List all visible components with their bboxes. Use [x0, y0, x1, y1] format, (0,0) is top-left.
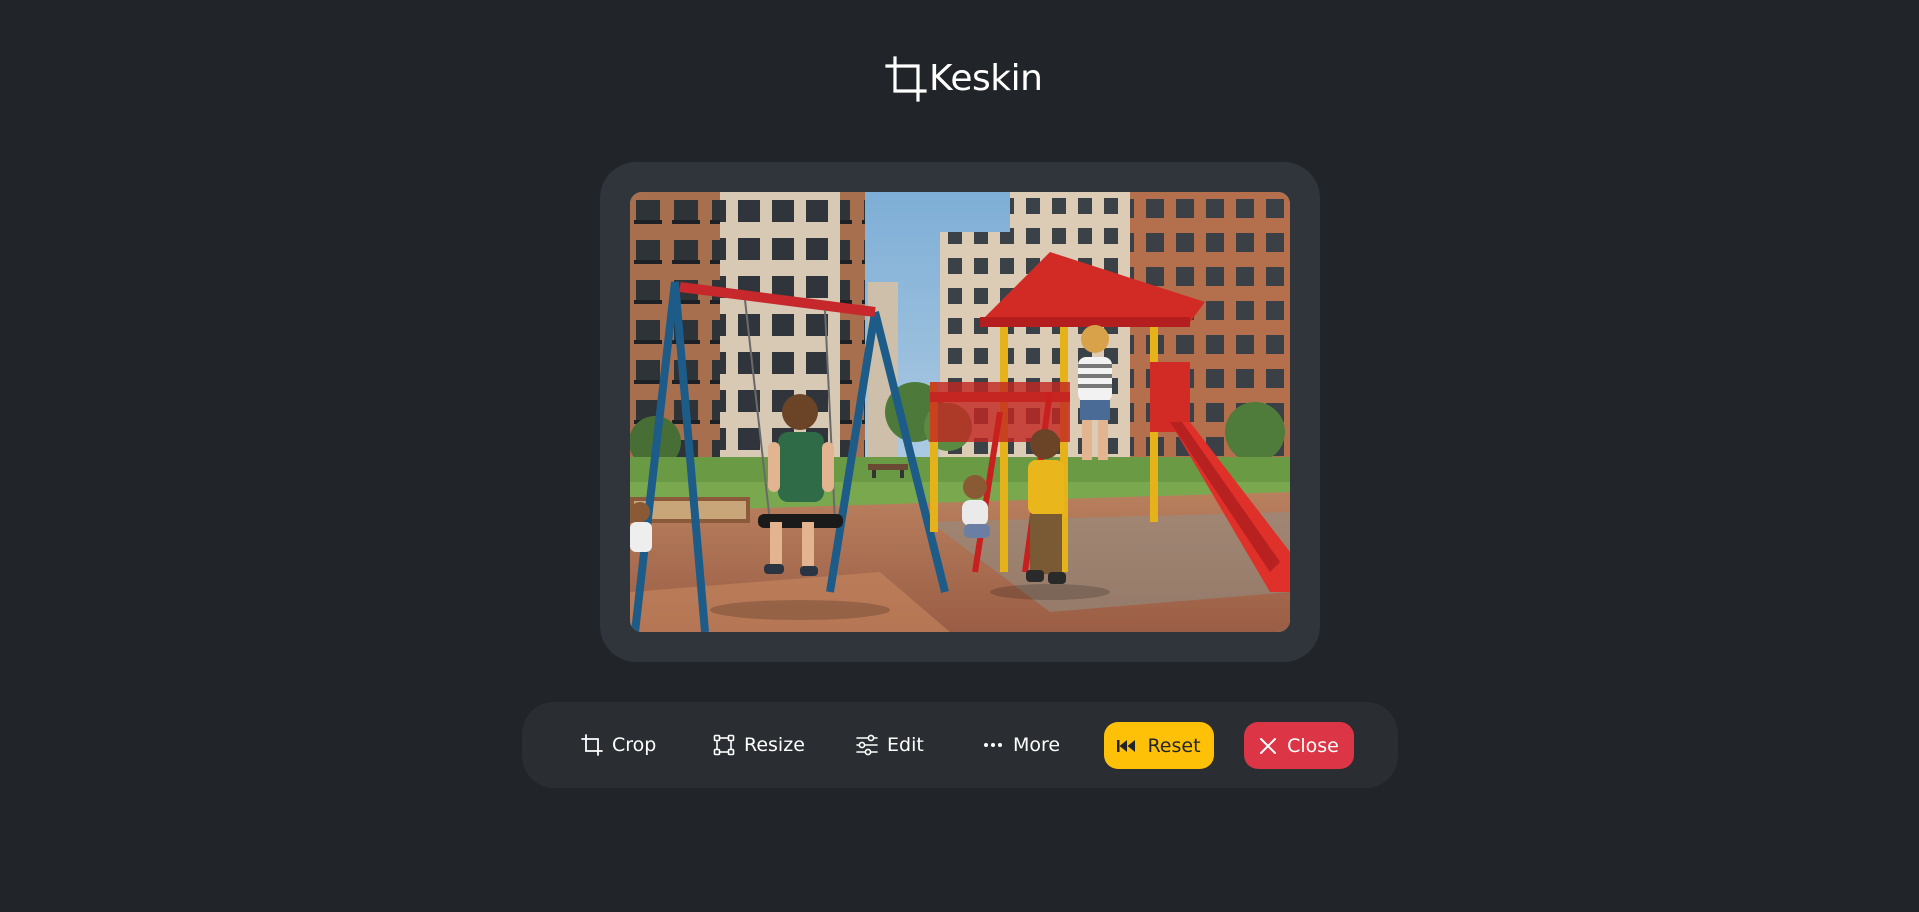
crop-icon [885, 56, 927, 102]
close-label: Close [1287, 734, 1339, 757]
more-label: More [1013, 734, 1061, 756]
edit-button[interactable]: Edit [856, 722, 924, 768]
photo-preview[interactable] [630, 192, 1290, 632]
bounding-box-icon [713, 734, 744, 756]
reset-button[interactable]: Reset [1104, 722, 1214, 769]
rewind-icon [1117, 738, 1147, 754]
edit-label: Edit [887, 734, 924, 756]
crop-label: Crop [612, 734, 657, 756]
x-icon [1259, 737, 1287, 755]
close-button[interactable]: Close [1244, 722, 1354, 769]
three-dots-icon [982, 734, 1013, 756]
crop-button[interactable]: Crop [581, 722, 656, 768]
sliders-icon [856, 734, 887, 756]
reset-label: Reset [1147, 734, 1201, 757]
more-button[interactable]: More [982, 722, 1060, 768]
app-logo: Keskin [885, 56, 1043, 102]
image-frame [600, 162, 1320, 662]
crop-icon [581, 734, 612, 756]
resize-button[interactable]: Resize [713, 722, 805, 768]
app-title: Keskin [929, 58, 1043, 99]
editor-toolbar: Crop Resize Edit More Reset Close [522, 702, 1398, 788]
resize-label: Resize [744, 734, 805, 756]
